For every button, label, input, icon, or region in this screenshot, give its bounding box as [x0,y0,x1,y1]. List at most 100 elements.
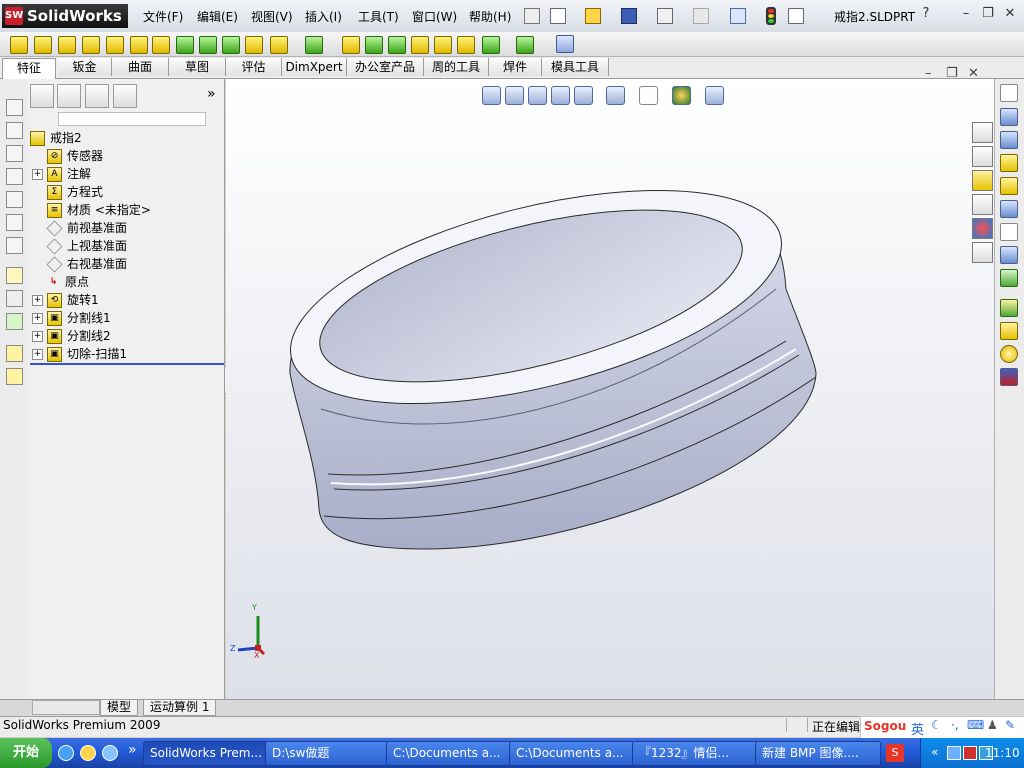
reference-plane-icon[interactable] [6,345,23,362]
extruded-boss-icon[interactable] [10,36,28,54]
linear-pattern-icon[interactable] [305,36,323,54]
options-icon[interactable] [788,8,804,24]
tools-icon[interactable]: ✎ [1005,718,1015,732]
rebuild-traffic-light-icon[interactable] [766,7,776,25]
keyboard-icon[interactable]: ⌨ [967,718,984,732]
expand-toggle-icon[interactable]: + [32,169,43,180]
rib-icon[interactable] [342,36,360,54]
view-right-icon[interactable] [6,168,23,185]
expand-toggle-icon[interactable]: + [32,313,43,324]
measure-icon[interactable] [1000,108,1018,126]
tab-weldments[interactable]: 焊件 [489,58,542,76]
boundary-cut-icon[interactable] [222,36,240,54]
check-icon[interactable] [1000,177,1018,195]
tree-item-origin[interactable]: ↳ 原点 [32,273,89,291]
ime-mode[interactable]: 英 [911,719,924,738]
compare-icon[interactable] [1000,368,1018,386]
window-close-icon[interactable]: ✕ [1002,6,1018,22]
lofted-cut-icon[interactable] [199,36,217,54]
tree-item-split-line1[interactable]: + ▣ 分割线1 [32,309,111,327]
task-documents-1[interactable]: C:\Documents a... [386,741,512,766]
view-isometric-icon[interactable] [6,237,23,254]
punctuation-icon[interactable]: ·, [951,718,959,732]
draft-icon[interactable] [388,36,406,54]
tab-scroll-arrows[interactable] [32,700,100,715]
network-icon[interactable] [947,746,961,760]
tree-item-annotations[interactable]: + A 注解 [32,165,91,183]
lofted-boss-icon[interactable] [82,36,100,54]
help-question-icon[interactable]: ? [918,6,934,22]
view-back-icon[interactable] [6,122,23,139]
section-properties-icon[interactable] [1000,154,1018,172]
tab-surfaces[interactable]: 曲面 [112,58,169,76]
tray-expand-icon[interactable]: « [931,745,938,759]
panel-expand-icon[interactable]: » [207,86,216,102]
tree-item-top-plane[interactable]: 上视基准面 [32,237,127,255]
window-minimize-icon[interactable]: – [958,6,974,22]
fillet-icon[interactable] [245,36,263,54]
revolved-boss-icon[interactable] [34,36,52,54]
mass-properties-icon[interactable] [1000,131,1018,149]
expand-toggle-icon[interactable]: + [32,349,43,360]
tree-item-revolve1[interactable]: + ⟲ 旋转1 [32,291,99,309]
wrap-icon[interactable] [411,36,429,54]
menu-view[interactable]: 视图(V) [251,8,293,25]
shell-icon[interactable] [365,36,383,54]
menu-file[interactable]: 文件(F) [143,8,183,25]
menu-edit[interactable]: 编辑(E) [197,8,238,25]
antivirus-icon[interactable] [963,746,977,760]
deviation-analysis-icon[interactable] [1000,322,1018,340]
expand-toggle-icon[interactable]: + [32,331,43,342]
task-new-bmp[interactable]: 新建 BMP 图像.... [755,741,881,766]
tab-dimxpert[interactable]: DimXpert [282,58,347,76]
tree-root[interactable]: 戒指2 [30,129,82,147]
messenger-icon[interactable] [102,745,118,761]
tree-item-split-line2[interactable]: + ▣ 分割线2 [32,327,111,345]
task-solidworks[interactable]: SolidWorks Prem... [143,741,269,766]
ring-model[interactable] [226,79,994,699]
smart-dimension-icon[interactable] [6,290,23,307]
undo-icon[interactable] [693,8,709,24]
rollback-bar[interactable] [30,363,224,365]
tab-model[interactable]: 模型 [100,699,139,716]
pin-icon[interactable] [524,8,540,24]
task-sw-folder[interactable]: D:\sw做题 [265,741,389,766]
reference-geometry-icon[interactable] [270,36,288,54]
interference-icon[interactable] [1000,246,1018,264]
tab-evaluate[interactable]: 评估 [226,58,282,76]
spell-check-icon[interactable] [1000,84,1018,102]
tree-item-equations[interactable]: Σ 方程式 [32,183,103,201]
tab-sheet-metal[interactable]: 钣金 [58,58,112,76]
sogou-tray-icon[interactable]: S [886,744,904,762]
menu-window[interactable]: 窗口(W) [412,8,457,25]
menu-help[interactable]: 帮助(H) [469,8,511,25]
sensor-icon[interactable] [1000,200,1018,218]
start-button[interactable]: 开始 [0,738,52,768]
skin-icon[interactable]: ♟ [987,718,998,732]
solidworks-logo[interactable]: SW SolidWorks [2,4,128,28]
tab-week-tools[interactable]: 周的工具 [424,58,489,76]
instant3d-icon[interactable] [516,36,534,54]
open-folder-icon[interactable] [585,8,601,24]
moon-icon[interactable]: ☾ [931,718,942,732]
boundary-boss-icon[interactable] [106,36,124,54]
select-cursor-icon[interactable] [730,8,746,24]
ime-toolbar[interactable]: Sogou 英 ☾ ·, ⌨ ♟ ✎ [860,716,1024,740]
tab-office-products[interactable]: 办公室产品 [347,58,424,76]
feature-tree-tab-icon[interactable] [30,84,54,108]
tree-item-sensors[interactable]: ⊘ 传感器 [32,147,103,165]
extruded-cut-icon[interactable] [130,36,148,54]
print-icon[interactable] [657,8,673,24]
tree-item-right-plane[interactable]: 右视基准面 [32,255,127,273]
tree-item-front-plane[interactable]: 前视基准面 [32,219,127,237]
view-top-icon[interactable] [6,191,23,208]
swept-boss-icon[interactable] [58,36,76,54]
property-manager-tab-icon[interactable] [57,84,81,108]
equations-icon[interactable] [1000,223,1018,241]
configuration-manager-tab-icon[interactable] [85,84,109,108]
clock[interactable]: 11:10 [985,746,1020,760]
view-left-icon[interactable] [6,145,23,162]
window-restore-icon[interactable]: ❐ [980,6,996,22]
view-front-icon[interactable] [6,99,23,116]
toggle-toolbar-icon[interactable] [556,35,574,53]
